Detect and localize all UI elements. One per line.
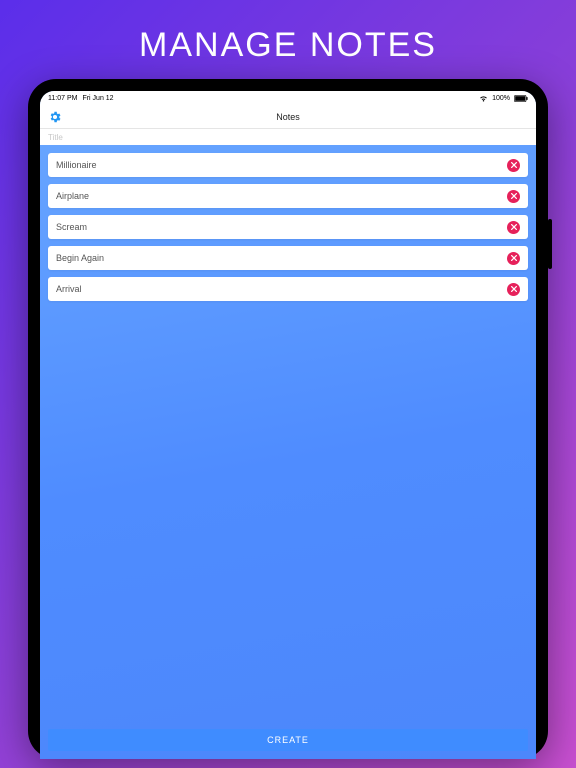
status-date: Fri Jun 12 [82,95,113,102]
title-input[interactable] [48,133,528,142]
list-item[interactable]: Airplane [48,184,528,208]
note-label: Airplane [56,191,89,201]
status-time: 11:07 PM [48,95,77,102]
battery-icon [514,95,528,102]
list-item[interactable]: Arrival [48,277,528,301]
note-label: Arrival [56,284,82,294]
device-frame: 11:07 PM Fri Jun 12 100% Notes [28,79,548,759]
list-item[interactable]: Millionaire [48,153,528,177]
settings-button[interactable] [48,110,62,124]
status-battery-text: 100% [492,95,510,102]
bottom-bar: CREATE [40,721,536,759]
title-input-row [40,129,536,145]
notes-list: Millionaire Airplane Scream Begin Again [40,145,536,721]
nav-bar: Notes [40,105,536,129]
page-title: Notes [40,112,536,122]
create-button[interactable]: CREATE [48,729,528,751]
delete-button[interactable] [507,221,520,234]
delete-button[interactable] [507,159,520,172]
note-label: Millionaire [56,160,97,170]
delete-button[interactable] [507,283,520,296]
note-label: Scream [56,222,87,232]
delete-button[interactable] [507,190,520,203]
list-item[interactable]: Begin Again [48,246,528,270]
delete-button[interactable] [507,252,520,265]
list-item[interactable]: Scream [48,215,528,239]
status-bar: 11:07 PM Fri Jun 12 100% [40,91,536,105]
wifi-icon [479,95,488,102]
screen: 11:07 PM Fri Jun 12 100% Notes [40,91,536,759]
promo-title: MANAGE NOTES [139,26,437,65]
note-label: Begin Again [56,253,104,263]
